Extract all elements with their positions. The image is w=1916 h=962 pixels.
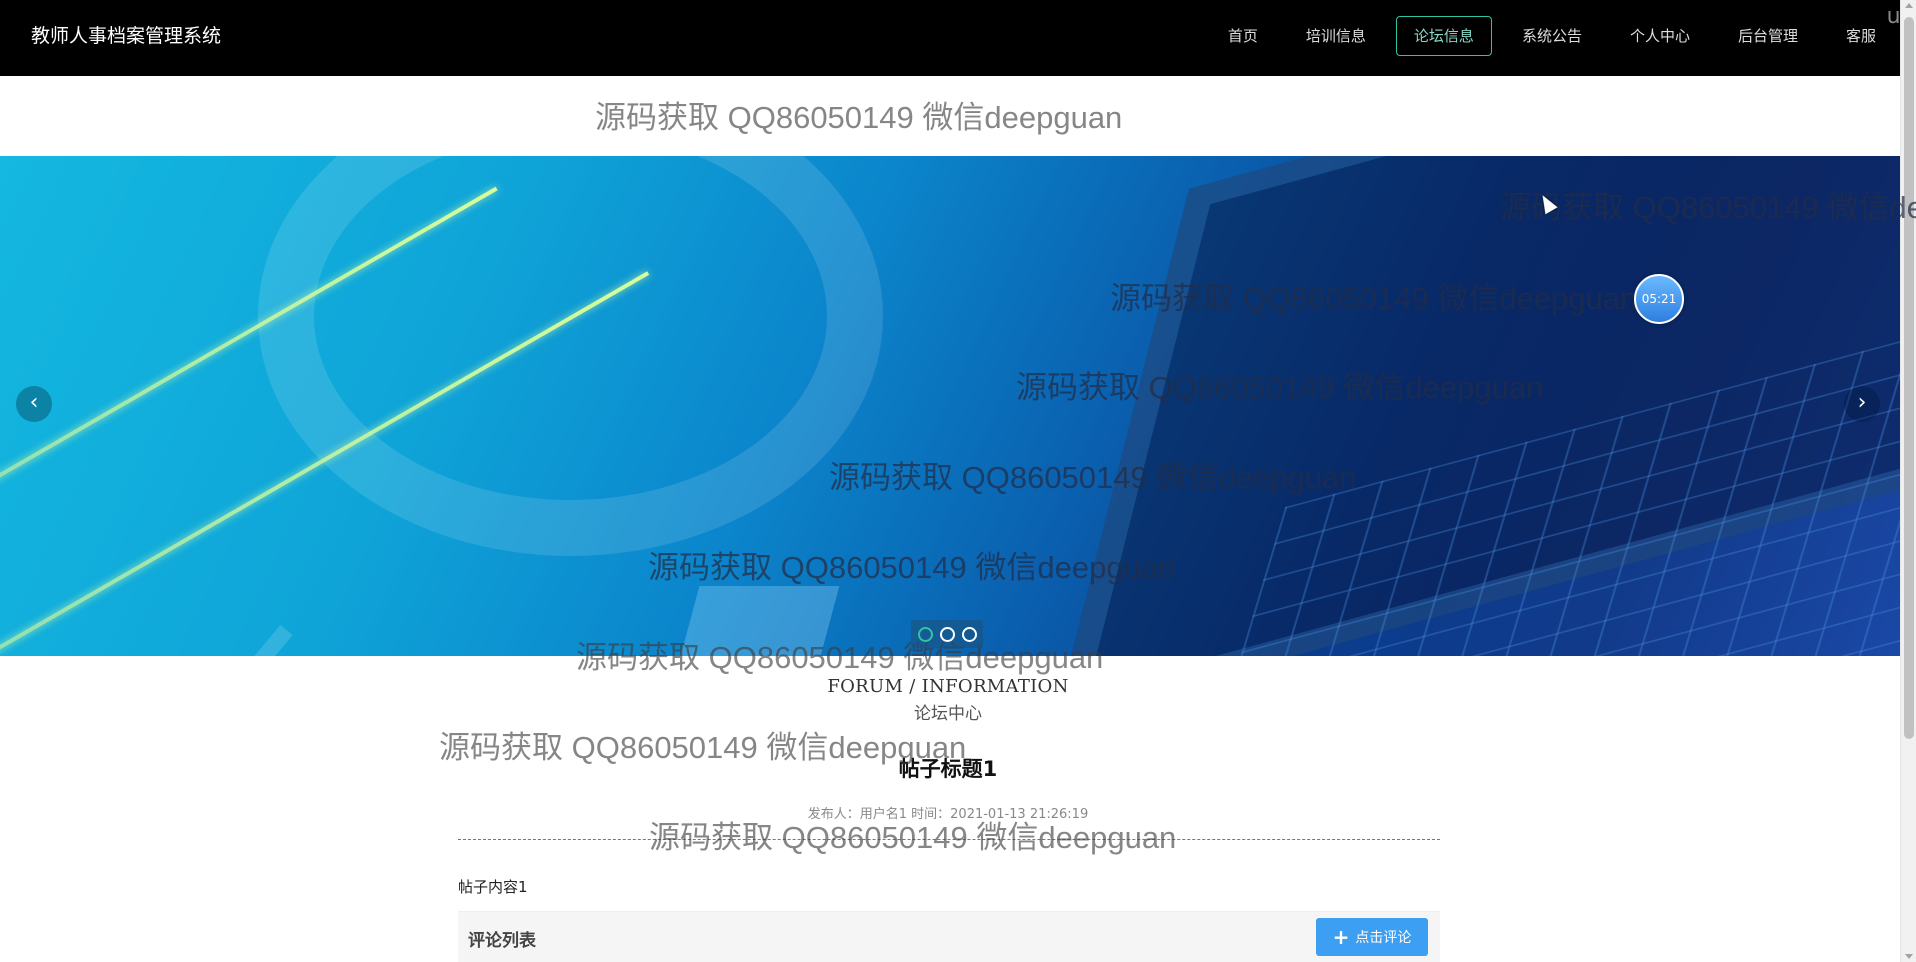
watermark-text: 源码获取 QQ86050149 微信deepguan — [648, 550, 1176, 585]
watermark-text: 源码获取 QQ86050149 微信deepguan — [1500, 190, 1916, 225]
floating-timer[interactable]: 05:21 — [1634, 274, 1684, 324]
nav-admin[interactable]: 后台管理 — [1720, 16, 1816, 56]
watermark-text: 源码获取 QQ86050149 微信deepguan — [595, 100, 1123, 135]
nav-announcements[interactable]: 系统公告 — [1504, 16, 1600, 56]
site-title[interactable]: 教师人事档案管理系统 — [31, 22, 221, 50]
nav-home[interactable]: 首页 — [1210, 16, 1276, 56]
scroll-up-icon[interactable] — [1905, 3, 1913, 8]
watermark-text: 源码获取 QQ86050149 微信deepguan — [1110, 281, 1638, 316]
comment-list-label: 评论列表 — [468, 931, 536, 951]
top-navbar: 教师人事档案管理系统 首页 培训信息 论坛信息 系统公告 个人中心 后台管理 客… — [0, 0, 1900, 76]
watermark-text: 源码获取 QQ86050149 微信deepguan — [1016, 370, 1544, 405]
decor-shape — [203, 624, 293, 656]
nav-personal-center[interactable]: 个人中心 — [1612, 16, 1708, 56]
watermark-text: 源码获取 QQ86050149 微信deepguan — [576, 640, 1104, 675]
post-content: 帖子内容1 — [458, 878, 528, 896]
watermark-text: 源码获取 QQ86050149 微信deepguan — [829, 460, 1357, 495]
scrollbar-thumb[interactable] — [1904, 17, 1914, 739]
add-comment-button[interactable]: + 点击评论 — [1316, 918, 1428, 956]
chevron-right-icon: › — [1857, 390, 1867, 415]
nav-training[interactable]: 培训信息 — [1288, 16, 1384, 56]
nav-customer-service[interactable]: 客服 — [1828, 16, 1894, 56]
nav-forum[interactable]: 论坛信息 — [1395, 16, 1492, 56]
watermark-text: 源码获取 QQ86050149 微信deepguan — [649, 820, 1177, 855]
section-title-en: FORUM / INFORMATION — [827, 676, 1069, 697]
carousel-dot-2[interactable] — [939, 626, 955, 642]
carousel-next-button[interactable]: › — [1844, 386, 1880, 422]
watermark-text: 源码获取 QQ86050149 微信deepguan — [439, 730, 967, 765]
plus-icon: + — [1332, 925, 1350, 949]
section-title-cn: 论坛中心 — [914, 704, 982, 724]
vertical-scrollbar[interactable] — [1900, 0, 1916, 962]
comment-list-header: 评论列表 + 点击评论 — [458, 911, 1440, 962]
add-comment-label: 点击评论 — [1355, 930, 1412, 946]
scroll-down-icon[interactable] — [1905, 954, 1913, 959]
main-nav: 首页 培训信息 论坛信息 系统公告 个人中心 后台管理 客服 — [1204, 16, 1900, 56]
chevron-left-icon: ‹ — [29, 390, 39, 415]
carousel-indicators — [911, 620, 983, 648]
bulb-illustration — [258, 156, 883, 556]
carousel-dot-1[interactable] — [917, 626, 933, 642]
carousel-prev-button[interactable]: ‹ — [16, 386, 52, 422]
carousel-dot-3[interactable] — [961, 626, 977, 642]
